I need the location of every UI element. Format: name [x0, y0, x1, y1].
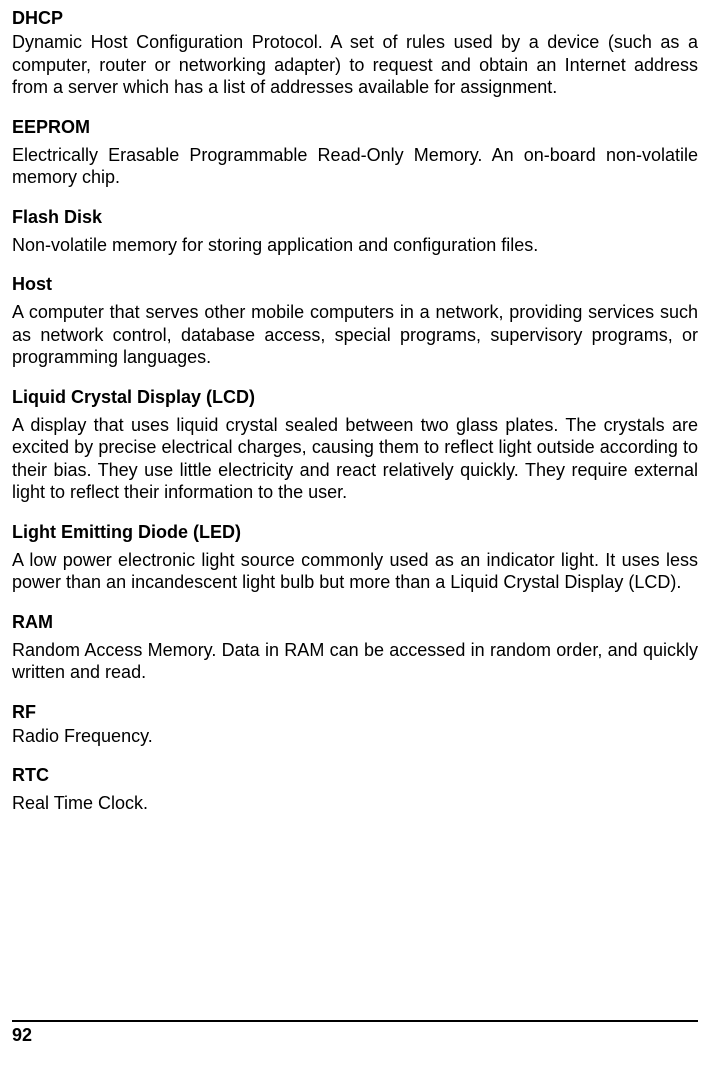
- glossary-term: Light Emitting Diode (LED): [12, 522, 698, 543]
- glossary-definition: Non-volatile memory for storing applicat…: [12, 234, 698, 257]
- glossary-term: Flash Disk: [12, 207, 698, 228]
- glossary-term: RF: [12, 702, 698, 723]
- page-footer: 92: [12, 1020, 698, 1046]
- glossary-term: DHCP: [12, 8, 698, 29]
- glossary-term: Liquid Crystal Display (LCD): [12, 387, 698, 408]
- glossary-term: RAM: [12, 612, 698, 633]
- glossary-definition: Random Access Memory. Data in RAM can be…: [12, 639, 698, 684]
- glossary-term: Host: [12, 274, 698, 295]
- glossary-term: EEPROM: [12, 117, 698, 138]
- glossary-definition: A low power electronic light source comm…: [12, 549, 698, 594]
- glossary-definition: Dynamic Host Configuration Protocol. A s…: [12, 31, 698, 99]
- glossary-definition: Radio Frequency.: [12, 725, 698, 748]
- glossary-definition: Real Time Clock.: [12, 792, 698, 815]
- page-content: DHCP Dynamic Host Configuration Protocol…: [0, 0, 708, 1070]
- glossary-definition: A computer that serves other mobile comp…: [12, 301, 698, 369]
- page-number: 92: [12, 1025, 32, 1046]
- glossary-term: RTC: [12, 765, 698, 786]
- glossary-definition: Electrically Erasable Programmable Read-…: [12, 144, 698, 189]
- glossary-definition: A display that uses liquid crystal seale…: [12, 414, 698, 504]
